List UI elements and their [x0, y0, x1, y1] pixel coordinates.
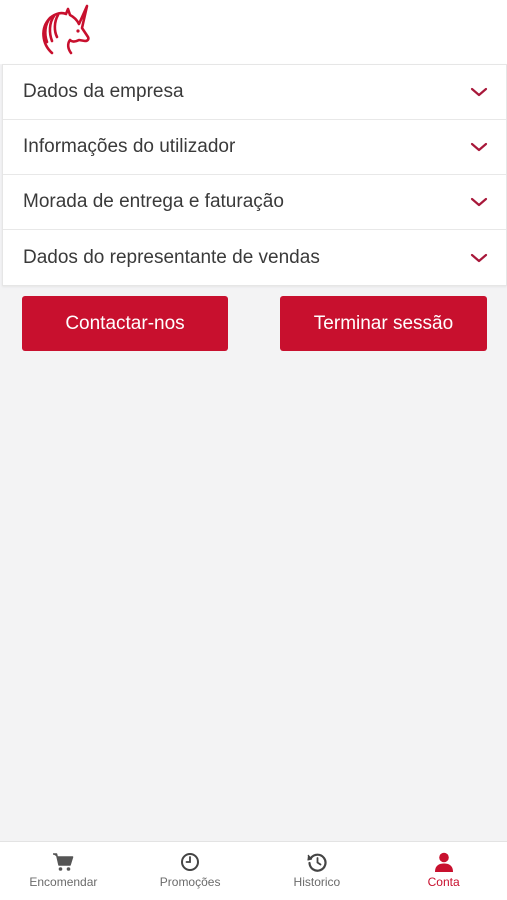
contact-button[interactable]: Contactar-nos [22, 296, 228, 351]
chevron-down-icon [470, 142, 488, 152]
tab-historico[interactable]: Historico [254, 842, 381, 900]
chevron-down-icon [470, 87, 488, 97]
section-dados-representante-vendas[interactable]: Dados do representante de vendas [3, 230, 506, 285]
section-label: Informações do utilizador [23, 136, 236, 157]
section-label: Dados do representante de vendas [23, 246, 320, 268]
clock-icon [181, 853, 200, 871]
tab-promocoes[interactable]: Promoções [127, 842, 254, 900]
bottom-tab-bar: Encomendar Promoções Historico Conta [0, 841, 507, 900]
tab-label: Conta [427, 875, 460, 889]
chevron-down-icon [470, 197, 488, 207]
chevron-down-icon [470, 253, 488, 262]
section-dados-empresa[interactable]: Dados da empresa [3, 65, 506, 120]
unicorn-icon [42, 4, 90, 55]
section-informacoes-utilizador[interactable]: Informações do utilizador [3, 120, 506, 175]
tab-label: Promoções [159, 875, 221, 889]
section-label: Morada de entrega e faturação [23, 191, 284, 212]
user-icon [434, 852, 453, 872]
section-label: Dados da empresa [23, 81, 184, 102]
tab-label: Encomendar [29, 875, 98, 889]
history-icon [307, 853, 327, 872]
section-morada-entrega-faturacao[interactable]: Morada de entrega e faturação [3, 175, 506, 230]
app-header [0, 0, 507, 64]
cart-icon [53, 853, 74, 871]
tab-encomendar[interactable]: Encomendar [0, 842, 127, 900]
tab-label: Historico [293, 875, 341, 889]
account-sections: Dados da empresa Informações do utilizad… [2, 64, 507, 286]
logout-button[interactable]: Terminar sessão [280, 296, 487, 351]
tab-conta[interactable]: Conta [380, 842, 507, 900]
